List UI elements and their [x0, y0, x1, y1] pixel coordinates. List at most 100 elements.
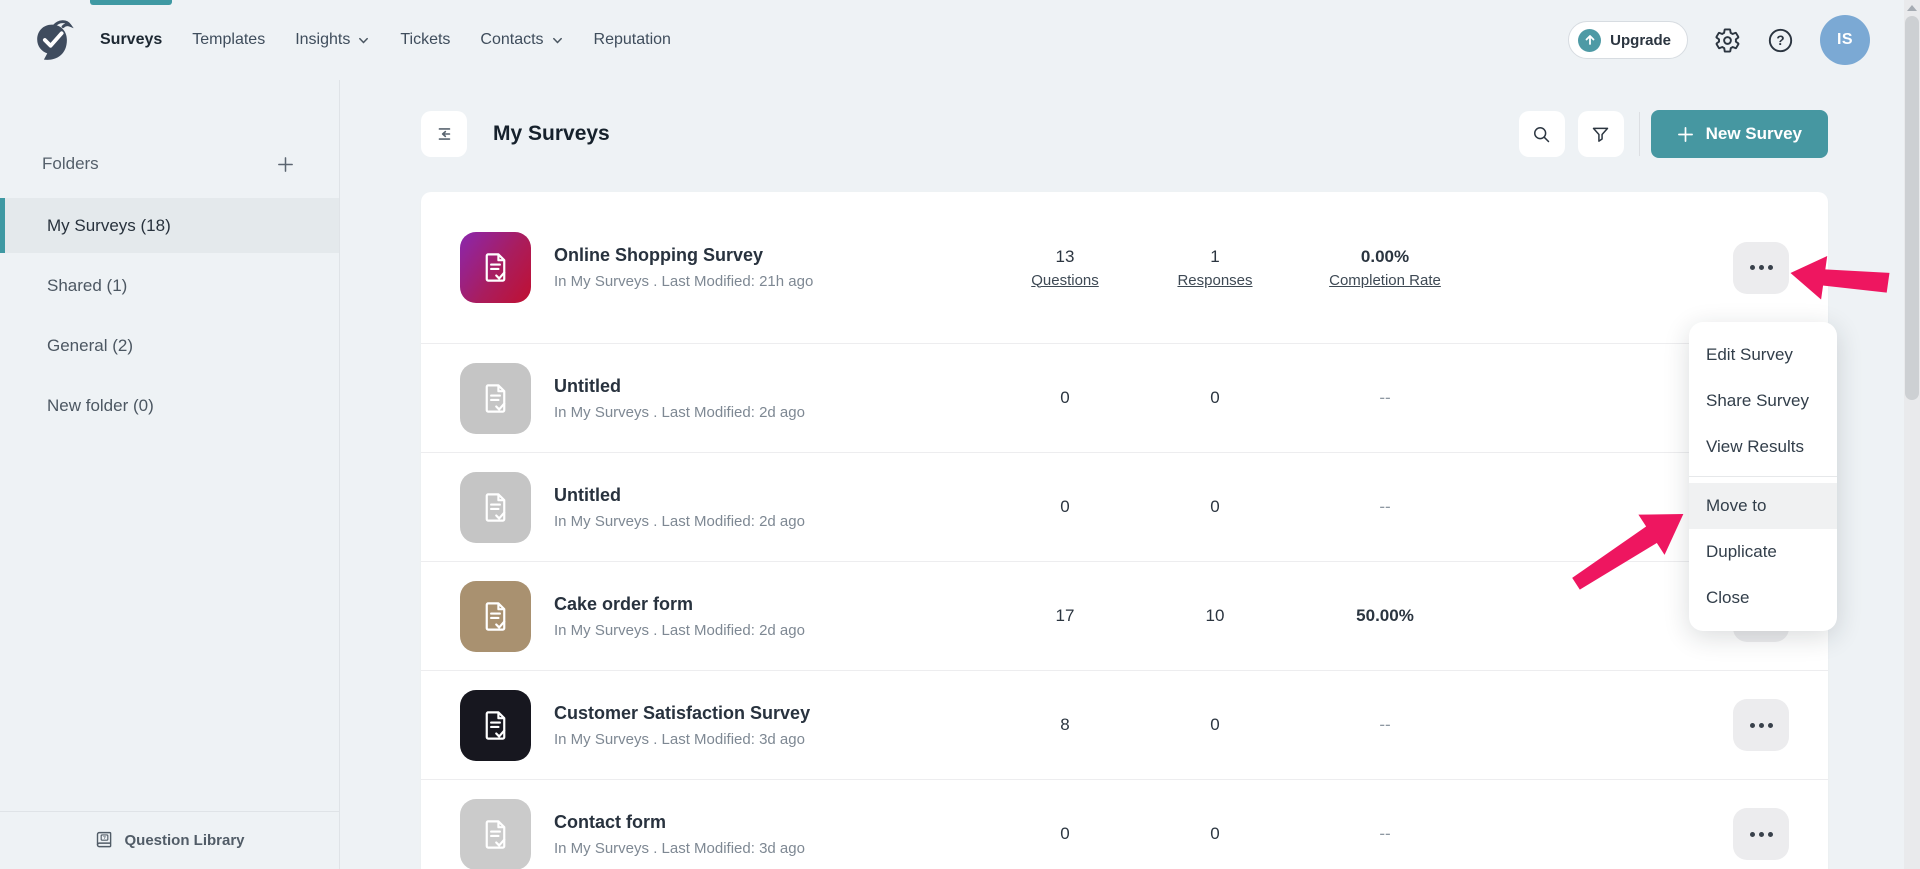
- sidebar-item-new-folder-0[interactable]: New folder (0): [0, 378, 339, 433]
- nav-item-label: Contacts: [480, 31, 543, 49]
- folder-item-label: Shared (1): [47, 276, 127, 296]
- sidebar-item-shared-1[interactable]: Shared (1): [0, 258, 339, 313]
- gear-icon: [1714, 27, 1741, 54]
- completion-rate-link[interactable]: Completion Rate: [1290, 272, 1480, 289]
- row-menu-button[interactable]: [1733, 808, 1789, 860]
- svg-text:?: ?: [1776, 33, 1784, 48]
- nav-item-tickets[interactable]: Tickets: [400, 0, 450, 80]
- folder-item-label: My Surveys (18): [47, 216, 171, 236]
- survey-row[interactable]: Cake order form In My Surveys . Last Mod…: [421, 561, 1828, 670]
- nav-item-label: Tickets: [400, 31, 450, 49]
- nav-item-surveys[interactable]: Surveys: [100, 0, 162, 80]
- add-folder-button[interactable]: [276, 155, 295, 174]
- folder-item-label: General (2): [47, 336, 133, 356]
- help-icon: ?: [1767, 27, 1794, 54]
- menu-item-label: Edit Survey: [1706, 345, 1793, 365]
- responses-link[interactable]: Responses: [1140, 272, 1290, 289]
- app-logo-icon: [30, 16, 76, 64]
- survey-row[interactable]: Untitled In My Surveys . Last Modified: …: [421, 452, 1828, 561]
- survey-icon: [460, 472, 531, 543]
- survey-meta: In My Surveys . Last Modified: 3d ago: [554, 840, 990, 857]
- scrollbar-up-arrow[interactable]: [1907, 5, 1917, 11]
- avatar[interactable]: IS: [1820, 15, 1870, 65]
- app-window: Surveys Templates Insights Tickets Conta…: [0, 0, 1920, 869]
- app-logo[interactable]: [30, 0, 76, 80]
- upgrade-arrow-icon: [1578, 29, 1601, 52]
- menu-item-edit-survey[interactable]: Edit Survey: [1689, 332, 1837, 378]
- upgrade-button[interactable]: Upgrade: [1568, 21, 1688, 59]
- nav-item-reputation[interactable]: Reputation: [594, 0, 671, 80]
- survey-icon: [460, 799, 531, 869]
- menu-item-duplicate[interactable]: Duplicate: [1689, 529, 1837, 575]
- scrollbar-thumb[interactable]: [1905, 16, 1919, 400]
- nav-item-insights[interactable]: Insights: [295, 0, 370, 80]
- svg-text:?: ?: [104, 835, 107, 841]
- upgrade-label: Upgrade: [1610, 32, 1671, 49]
- row-menu-button[interactable]: [1733, 242, 1789, 294]
- survey-title: Untitled: [554, 485, 990, 506]
- completion-rate-value: --: [1290, 824, 1480, 844]
- plus-icon: [1677, 126, 1694, 143]
- chevron-down-icon: [551, 34, 564, 47]
- nav-item-contacts[interactable]: Contacts: [480, 0, 563, 80]
- questions-count: 13: [990, 247, 1140, 267]
- new-survey-button[interactable]: New Survey: [1651, 110, 1828, 158]
- menu-item-share-survey[interactable]: Share Survey: [1689, 378, 1837, 424]
- completion-rate-value: --: [1290, 715, 1480, 735]
- folder-list: My Surveys (18) Shared (1) General (2) N…: [0, 198, 339, 433]
- vertical-scrollbar[interactable]: [1904, 0, 1920, 869]
- survey-row[interactable]: Online Shopping Survey In My Surveys . L…: [421, 192, 1828, 343]
- nav-item-label: Surveys: [100, 31, 162, 49]
- survey-meta: In My Surveys . Last Modified: 3d ago: [554, 731, 990, 748]
- survey-row[interactable]: Contact form In My Surveys . Last Modifi…: [421, 779, 1828, 869]
- document-check-icon: [478, 599, 513, 634]
- main-header: My Surveys: [421, 110, 1828, 158]
- search-button[interactable]: [1519, 111, 1565, 157]
- help-button[interactable]: ?: [1767, 27, 1794, 54]
- filter-button[interactable]: [1578, 111, 1624, 157]
- settings-button[interactable]: [1714, 27, 1741, 54]
- chevron-down-icon: [357, 34, 370, 47]
- completion-rate-value: 50.00%: [1290, 606, 1480, 626]
- question-library-button[interactable]: ? Question Library: [0, 811, 339, 869]
- context-menu: Edit Survey Share Survey View Results Mo…: [1689, 322, 1837, 631]
- survey-meta: In My Surveys . Last Modified: 21h ago: [554, 273, 990, 290]
- document-check-icon: [478, 708, 513, 743]
- menu-item-view-results[interactable]: View Results: [1689, 424, 1837, 470]
- questions-count: 17: [990, 606, 1140, 626]
- row-menu-button[interactable]: [1733, 699, 1789, 751]
- questions-count: 0: [990, 824, 1140, 844]
- filter-icon: [1590, 124, 1611, 145]
- responses-count: 0: [1140, 824, 1290, 844]
- sidebar-item-general-2[interactable]: General (2): [0, 318, 339, 373]
- survey-title: Customer Satisfaction Survey: [554, 703, 990, 724]
- nav-item-label: Reputation: [594, 31, 671, 49]
- survey-title: Online Shopping Survey: [554, 245, 990, 266]
- menu-item-label: View Results: [1706, 437, 1804, 457]
- responses-count: 10: [1140, 606, 1290, 626]
- survey-icon: [460, 690, 531, 761]
- sidebar-item-my-surveys-18[interactable]: My Surveys (18): [0, 198, 339, 253]
- topbar: Surveys Templates Insights Tickets Conta…: [0, 0, 1904, 80]
- plus-icon: [276, 155, 295, 174]
- document-check-icon: [478, 250, 513, 285]
- survey-meta: In My Surveys . Last Modified: 2d ago: [554, 404, 990, 421]
- responses-count: 0: [1140, 497, 1290, 517]
- menu-item-close[interactable]: Close: [1689, 575, 1837, 621]
- survey-row[interactable]: Untitled In My Surveys . Last Modified: …: [421, 343, 1828, 452]
- sidebar: Folders My Surveys (18) Shared (1) Gener…: [0, 80, 340, 869]
- responses-count: 0: [1140, 388, 1290, 408]
- ellipsis-icon: [1750, 832, 1755, 837]
- survey-row[interactable]: Customer Satisfaction Survey In My Surve…: [421, 670, 1828, 779]
- top-nav: Surveys Templates Insights Tickets Conta…: [100, 0, 671, 80]
- responses-count: 1: [1140, 247, 1290, 267]
- folders-header: Folders: [0, 142, 339, 186]
- search-icon: [1531, 124, 1552, 145]
- topbar-right: Upgrade ? IS: [1568, 0, 1870, 80]
- nav-item-templates[interactable]: Templates: [192, 0, 265, 80]
- menu-item-move-to[interactable]: Move to: [1689, 483, 1837, 529]
- sidebar-toggle-button[interactable]: [421, 111, 467, 157]
- main-content: My Surveys: [340, 80, 1904, 869]
- ellipsis-icon: [1750, 265, 1755, 270]
- questions-link[interactable]: Questions: [990, 272, 1140, 289]
